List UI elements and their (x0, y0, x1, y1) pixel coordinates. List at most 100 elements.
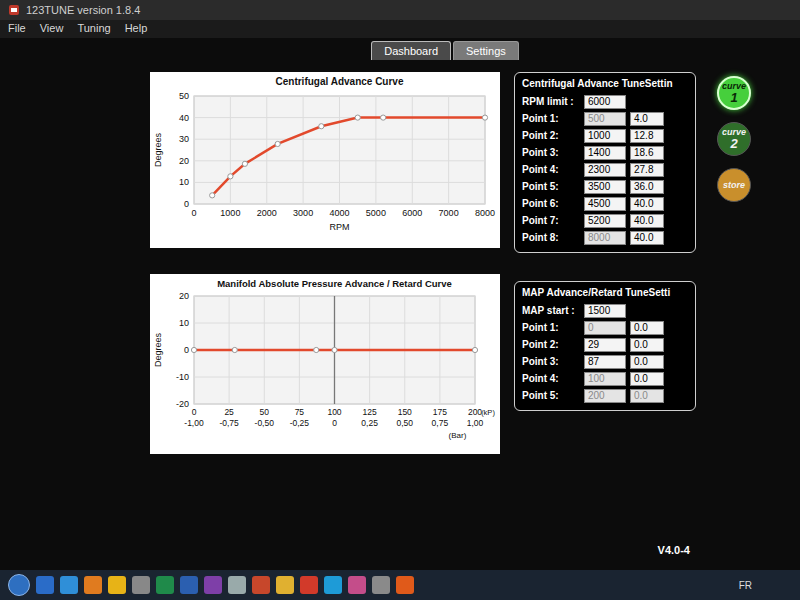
value-field[interactable]: 27.8 (630, 163, 664, 177)
button-label: store (723, 180, 745, 190)
curve-point[interactable] (242, 161, 247, 166)
field-label: Point 6: (522, 198, 580, 209)
app-icon[interactable] (252, 576, 270, 594)
curve-point[interactable] (232, 347, 237, 352)
app-icon[interactable] (36, 576, 54, 594)
value-field[interactable]: 2300 (584, 163, 626, 177)
value-field[interactable]: 87 (584, 355, 626, 369)
button-label: curve (722, 81, 746, 91)
value-field[interactable]: 6000 (584, 95, 626, 109)
value-field[interactable]: 4.0 (630, 112, 664, 126)
app-icon[interactable] (300, 576, 318, 594)
menu-item[interactable]: File (8, 22, 26, 36)
value-field[interactable]: 100 (584, 372, 626, 386)
curve-point[interactable] (472, 347, 477, 352)
curve-button[interactable]: curve2 (717, 122, 751, 156)
curve-point[interactable] (191, 347, 196, 352)
app-icon[interactable] (396, 576, 414, 594)
curve-point[interactable] (381, 115, 386, 120)
x-tick: 100 (327, 407, 341, 417)
value-field[interactable]: 40.0 (630, 231, 664, 245)
curve-button[interactable]: curve1 (717, 76, 751, 110)
value-field[interactable]: 4500 (584, 197, 626, 211)
menu-item[interactable]: Help (125, 22, 148, 36)
y-tick: 10 (179, 177, 189, 187)
y-tick: 0 (184, 199, 189, 209)
app-icon[interactable] (132, 576, 150, 594)
value-field[interactable]: 0.0 (630, 372, 664, 386)
value-field[interactable]: 40.0 (630, 214, 664, 228)
x-tick: -0,50 (255, 418, 275, 428)
x-tick: 7000 (439, 208, 459, 218)
x-tick: -1,00 (184, 418, 204, 428)
value-field[interactable]: 8000 (584, 231, 626, 245)
value-field[interactable]: 3500 (584, 180, 626, 194)
tab[interactable]: Settings (453, 41, 519, 60)
app-icon[interactable] (324, 576, 342, 594)
value-field[interactable]: 1000 (584, 129, 626, 143)
value-field[interactable]: 0.0 (630, 355, 664, 369)
app-icon[interactable] (204, 576, 222, 594)
window-title: 123TUNE version 1.8.4 (26, 4, 140, 16)
curve-point[interactable] (314, 347, 319, 352)
x-tick: 1000 (220, 208, 240, 218)
value-field[interactable]: 5200 (584, 214, 626, 228)
field-label: Point 3: (522, 356, 580, 367)
field-label: Point 5: (522, 181, 580, 192)
curve-buttons: curve1 curve2 store (710, 72, 758, 570)
value-field[interactable]: 12.8 (630, 129, 664, 143)
menu-item[interactable]: View (40, 22, 64, 36)
charts: Centrifugal Advance Curve010203040500100… (150, 72, 500, 570)
point-row: Point 5: 3500 36.0 (522, 179, 688, 194)
app-icon[interactable] (180, 576, 198, 594)
map-settings-panel: MAP Advance/Retard TuneSettiMAP start :1… (514, 281, 696, 411)
value-field[interactable]: 200 (584, 389, 626, 403)
button-face: store (723, 181, 745, 190)
app-icon[interactable] (276, 576, 294, 594)
value-field[interactable]: 0.0 (630, 338, 664, 352)
curve-point[interactable] (228, 174, 233, 179)
point-row: Point 7:520040.0 (522, 213, 688, 228)
value-field[interactable]: 29 (584, 338, 626, 352)
chart-title: Manifold Absolute Pressure Advance / Ret… (217, 278, 452, 289)
curve-point[interactable] (210, 193, 215, 198)
value-field[interactable]: 0.0 (630, 389, 664, 403)
menu-item[interactable]: Tuning (77, 22, 110, 36)
curve-point[interactable] (319, 124, 324, 129)
curve-point[interactable] (275, 141, 280, 146)
x-tick: 5000 (366, 208, 386, 218)
value-field[interactable]: 36.0 (630, 180, 664, 194)
tab[interactable]: Dashboard (371, 41, 451, 60)
axis-unit: (kP) (481, 408, 495, 417)
language-indicator[interactable]: FR (739, 580, 792, 591)
point-row: Point 1:5004.0 (522, 111, 688, 126)
map-chart: Manifold Absolute Pressure Advance / Ret… (150, 274, 500, 454)
app-icon[interactable] (372, 576, 390, 594)
x-tick: -0,25 (290, 418, 310, 428)
value-field[interactable]: 1400 (584, 146, 626, 160)
rpm-limit-row: RPM limit :6000 (522, 94, 688, 109)
field-label: Point 5: (522, 390, 580, 401)
app-icon[interactable] (84, 576, 102, 594)
curve-point[interactable] (355, 115, 360, 120)
value-field[interactable]: 0.0 (630, 321, 664, 335)
app-icon[interactable] (348, 576, 366, 594)
centrifugal-chart: Centrifugal Advance Curve010203040500100… (150, 72, 500, 248)
curve-point[interactable] (332, 347, 337, 352)
curve-button[interactable]: store (717, 168, 751, 202)
app-icon[interactable] (228, 576, 246, 594)
value-field[interactable]: 40.0 (630, 197, 664, 211)
value-field[interactable]: 0 (584, 321, 626, 335)
curve-point[interactable] (482, 115, 487, 120)
app-icon[interactable] (60, 576, 78, 594)
field-label: Point 2: (522, 130, 580, 141)
value-field[interactable]: 18.6 (630, 146, 664, 160)
start-icon[interactable] (8, 574, 30, 596)
x-tick: 0,75 (432, 418, 449, 428)
value-field[interactable]: 1500 (584, 304, 626, 318)
app-icon[interactable] (108, 576, 126, 594)
x-tick: 175 (433, 407, 447, 417)
value-field[interactable]: 500 (584, 112, 626, 126)
app-icon[interactable] (156, 576, 174, 594)
title-bar: 123TUNE version 1.8.4 (0, 0, 800, 20)
